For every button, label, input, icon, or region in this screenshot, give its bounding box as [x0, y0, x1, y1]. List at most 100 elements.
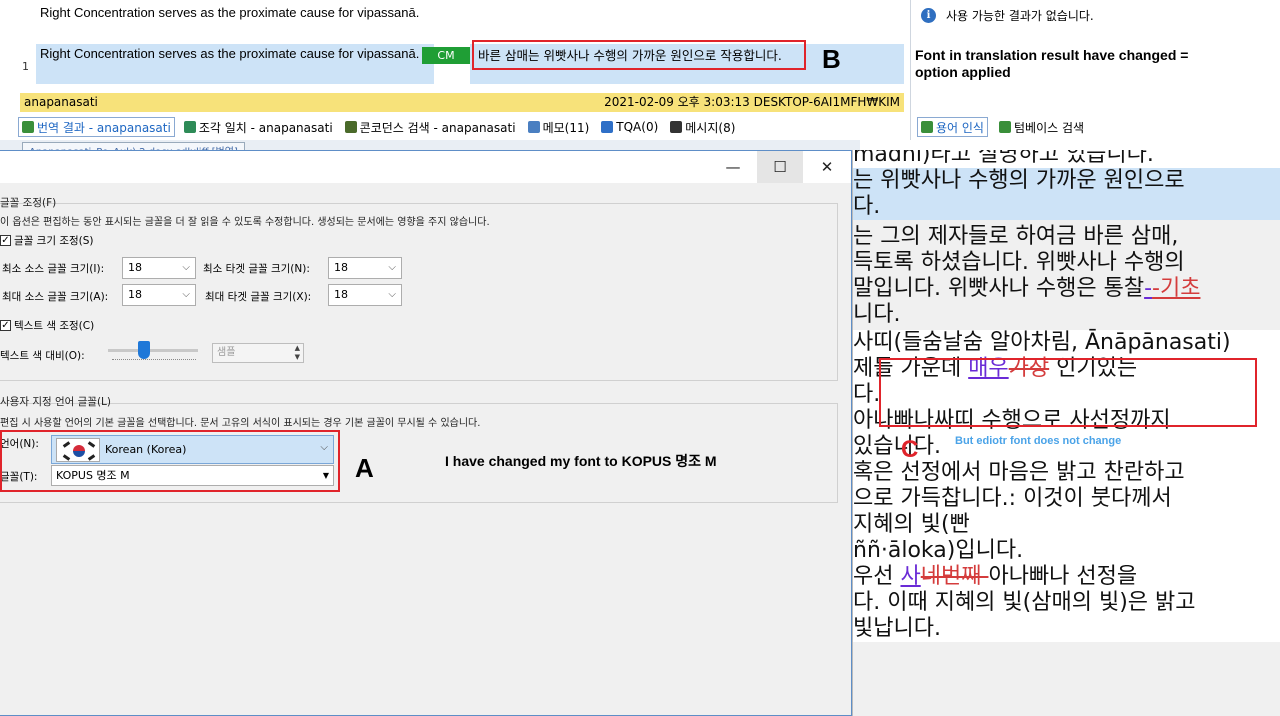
term-panel-tab[interactable]: 용어 인식	[917, 117, 988, 137]
editor-pane[interactable]: madhi)라고 설명하고 있습니다. 는 위빳사나 수행의 가까운 원인으로 다.…	[852, 150, 1280, 716]
term-recognition-panel: i 사용 가능한 결과가 없습니다. Font in translation r…	[910, 0, 1280, 140]
checkbox-checked-icon: ✓	[0, 235, 11, 246]
term-panel-tab-label: 텀베이스 검색	[1013, 120, 1085, 135]
max-target-size-label: 최대 타겟 글꼴 크기(X):	[205, 291, 312, 303]
editor-line[interactable]: 다.	[853, 194, 1280, 220]
tm-meta: 2021-02-09 오후 3:03:13 DESKTOP-6AI1MFH₩KI…	[604, 95, 900, 109]
font-size-adjust-checkbox[interactable]: ✓ 글꼴 크기 조정(S)	[0, 233, 94, 248]
editor-text: 빛납니다.	[853, 616, 941, 641]
annotation-box-c	[879, 358, 1257, 427]
text-color-adjust-label: 텍스트 색 조정(C)	[14, 320, 95, 332]
editor-line[interactable]: 니다.	[853, 302, 1280, 328]
editor-line[interactable]: ññ·āloka)입니다.	[853, 538, 1280, 564]
annotation-note-a: I have changed my font to KOPUS 명조 M	[445, 453, 717, 469]
results-tab-label: 조각 일치 - anapanasati	[198, 120, 333, 135]
term-panel-tabs: 용어 인식 텀베이스 검색	[917, 117, 1087, 137]
maximize-button[interactable]: ☐	[757, 151, 803, 183]
editor-line[interactable]: 우선 사네번째 아나빠나 선정을	[853, 564, 1280, 590]
results-tabs: 번역 결과 - anapanasati 조각 일치 - anapanasati 콘코…	[18, 117, 738, 137]
results-tab[interactable]: 메모(11)	[525, 117, 593, 137]
results-tab[interactable]: 메시지(8)	[667, 117, 738, 137]
annotation-label-c: C	[901, 436, 919, 463]
contrast-label: 텍스트 색 대비(O):	[0, 350, 85, 362]
max-source-size-label: 최대 소스 글꼴 크기(A):	[2, 291, 109, 303]
editor-line[interactable]: 으로 가득찹니다.: 이것이 붓다께서	[853, 486, 1280, 512]
editor-line[interactable]: 다. 이때 지혜의 빛(삼매의 빛)은 밝고	[853, 590, 1280, 616]
messages-icon	[670, 121, 683, 133]
editor-text: ññ·āloka)입니다.	[853, 538, 1024, 563]
results-tab-label: 메모(11)	[542, 120, 590, 135]
editor-text: 우선	[853, 564, 901, 589]
editor-text: 는 그의 제자들로 하여금 바른 삼매,	[853, 224, 1179, 249]
editor-line[interactable]: 말입니다. 위빳사나 수행은 통찰--기초	[853, 276, 1280, 302]
minimize-button[interactable]: —	[710, 151, 756, 183]
term-recognition-icon	[921, 121, 933, 133]
term-panel-tab-label: 용어 인식	[936, 120, 984, 135]
results-tab[interactable]: 콘코던스 검색 - anapanasati	[342, 117, 519, 137]
inserted-text: 사	[900, 564, 921, 589]
min-source-size-label: 최소 소스 글꼴 크기(I):	[2, 263, 105, 275]
contrast-slider-track[interactable]	[108, 349, 198, 352]
results-tab-label: 메시지(8)	[685, 120, 736, 135]
results-tab-label: 번역 결과 - anapanasati	[37, 120, 171, 135]
contrast-slider-thumb[interactable]	[138, 341, 150, 359]
previous-segment-source[interactable]: Right Concentration serves as the proxim…	[40, 5, 419, 20]
editor-text: 득토록 하셨습니다. 위빳사나 수행의	[853, 250, 1185, 275]
font-adjust-desc: 이 옵션은 편집하는 동안 표시되는 글꼴을 더 잘 읽을 수 있도록 수정합니…	[0, 217, 490, 228]
translation-grid: Right Concentration serves as the proxim…	[0, 0, 908, 140]
translation-result-text[interactable]: 바른 삼매는 위빳사나 수행의 가까운 원인으로 작용합니다.	[472, 40, 806, 70]
inserted-text: -	[1144, 276, 1153, 301]
max-source-size-select[interactable]: 18 ⌵	[122, 284, 196, 306]
min-target-size-value: 18	[334, 261, 348, 274]
results-tab[interactable]: TQA(0)	[598, 117, 661, 137]
min-target-size-select[interactable]: 18 ⌵	[328, 257, 402, 279]
spin-arrows-icon[interactable]: ▲ ▼	[295, 344, 300, 362]
segment-source[interactable]: Right Concentration serves as the proxim…	[36, 44, 434, 84]
max-target-size-select[interactable]: 18 ⌵	[328, 284, 402, 306]
fragment-match-icon	[183, 121, 196, 133]
editor-line[interactable]: 지혜의 빛(빤	[853, 512, 1280, 538]
min-target-size-label: 최소 타겟 글꼴 크기(N):	[203, 263, 310, 275]
editor-line[interactable]: 사띠(들숨날숨 알아차림, Ānāpānasati)	[853, 330, 1280, 356]
annotation-note-c: But ediotr font does not change	[955, 435, 1122, 447]
results-tab-label: 콘코던스 검색 - anapanasati	[359, 120, 516, 135]
results-tab[interactable]: 조각 일치 - anapanasati	[181, 117, 336, 137]
font-size-adjust-label: 글꼴 크기 조정(S)	[14, 235, 94, 247]
editor-text: 있습니다.	[853, 434, 941, 459]
segment-number: 1	[22, 60, 29, 73]
translation-results-icon	[22, 121, 34, 133]
editor-line[interactable]: 득토록 하셨습니다. 위빳사나 수행의	[853, 250, 1280, 276]
min-source-size-select[interactable]: 18 ⌵	[122, 257, 196, 279]
editor-line[interactable]: 는 그의 제자들로 하여금 바른 삼매,	[853, 224, 1280, 250]
editor-text: 지혜의 빛(빤	[853, 512, 970, 537]
custom-font-desc: 편집 시 사용할 언어의 기본 글꼴을 선택합니다. 문서 고유의 서식이 표시…	[0, 418, 481, 429]
annotation-label-a: A	[355, 453, 374, 483]
editor-text: 는 위빳사나 수행의 가까운 원인으로	[853, 168, 1185, 193]
memo-icon	[527, 121, 540, 133]
max-target-size-value: 18	[334, 288, 348, 301]
editor-text: 사띠(들숨날숨 알아차림, Ānāpānasati)	[853, 330, 1231, 355]
editor-line[interactable]: 는 위빳사나 수행의 가까운 원인으로	[853, 168, 1280, 194]
editor-text: 니다.	[853, 302, 901, 327]
editor-line[interactable]: madhi)라고 설명하고 있습니다.	[853, 150, 1280, 168]
results-tab[interactable]: 번역 결과 - anapanasati	[18, 117, 175, 137]
text-color-adjust-checkbox[interactable]: ✓ 텍스트 색 조정(C)	[0, 318, 94, 333]
min-source-size-value: 18	[128, 261, 142, 274]
tm-status-bar: anapanasati 2021-02-09 오후 3:03:13 DESKTO…	[20, 93, 904, 112]
close-button[interactable]: ✕	[804, 151, 850, 183]
sample-label: 샘플	[217, 347, 236, 358]
checkbox-checked-icon: ✓	[0, 320, 11, 331]
concordance-icon	[344, 121, 357, 133]
annotation-box-a	[0, 430, 340, 492]
deleted-text: 네번째	[920, 564, 989, 589]
editor-text: 선정을	[1076, 564, 1138, 589]
editor-line[interactable]: 빛납니다.	[853, 616, 1280, 642]
info-message: i 사용 가능한 결과가 없습니다.	[921, 7, 1094, 24]
term-panel-tab[interactable]: 텀베이스 검색	[996, 117, 1087, 137]
chevron-down-icon: ⌵	[388, 289, 396, 300]
segment-status-badge: CM	[422, 47, 470, 64]
max-source-size-value: 18	[128, 288, 142, 301]
sample-spinbox[interactable]: 샘플 ▲ ▼	[212, 343, 304, 363]
editor-text: 다. 이때 지혜의 빛(삼매의 빛)은 밝고	[853, 590, 1196, 615]
editor-text: madhi)라고 설명하고 있습니다.	[853, 150, 1154, 167]
